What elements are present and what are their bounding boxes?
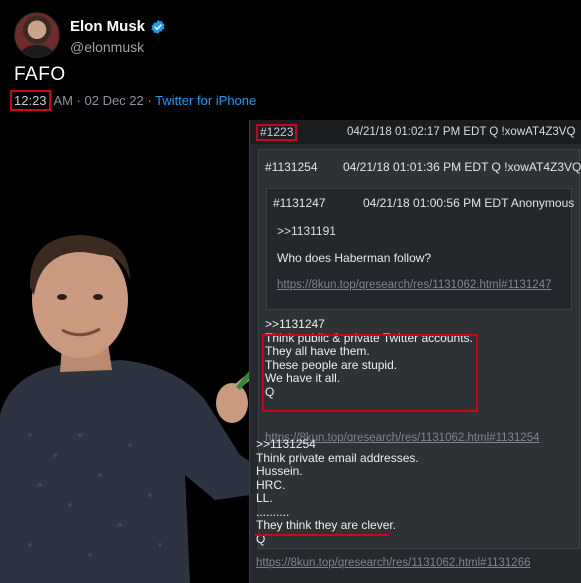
qdrop-line: HRC. (256, 477, 286, 492)
nested-post-id[interactable]: #1131247 (273, 196, 326, 210)
qdrop-id[interactable]: #1223 (256, 124, 298, 141)
nested-post-text: Who does Haberman follow? (277, 251, 432, 265)
quoted-post-id[interactable]: #1131254 (265, 160, 318, 174)
author-name[interactable]: Elon Musk (70, 18, 145, 35)
nested-post-meta: 04/21/18 01:00:56 PM EDT Anonymous (363, 196, 575, 210)
nested-post-header: #1131247 04/21/18 01:00:56 PM EDT Anonym… (273, 196, 574, 210)
avatar[interactable] (14, 12, 60, 58)
qdrop-panel: #1223 04/21/18 01:02:17 PM EDT Q !xowAT4… (249, 120, 581, 583)
highlight-underline (255, 534, 389, 536)
qdrop-line: Think private email addresses. (256, 450, 419, 465)
nested-post-link[interactable]: https://8kun.top/qresearch/res/1131062.h… (277, 279, 551, 291)
nested-quoted-post: #1131247 04/21/18 01:00:56 PM EDT Anonym… (266, 188, 574, 310)
tweet: Elon Musk @elonmusk FAFO 12:23 AM · 02 D… (0, 0, 290, 118)
person-photo (0, 225, 262, 583)
quoted-post-meta: 04/21/18 01:01:36 PM EDT Q !xowAT4Z3VQ (343, 160, 581, 174)
tweet-meta: 12:23 AM · 02 Dec 22 · Twitter for iPhon… (10, 90, 256, 111)
qdrop-body: >>1131254 Think private email addresses.… (256, 437, 419, 546)
quoted-post-reference[interactable]: >>1131247 (265, 317, 473, 332)
highlight-box (262, 334, 478, 412)
author-row: Elon Musk (70, 18, 166, 35)
nested-post-reference[interactable]: >>1131191 (277, 224, 336, 238)
author-handle[interactable]: @elonmusk (70, 39, 144, 55)
qdrop-line: They think they are clever. (256, 518, 397, 532)
qdrop-reference[interactable]: >>1131254 (256, 437, 419, 452)
person-illustration (0, 235, 262, 583)
tweet-text: FAFO (14, 64, 66, 85)
tweet-time[interactable]: 12:23 (10, 90, 51, 111)
tweet-date: AM · 02 Dec 22 · (50, 93, 156, 108)
quoted-post-header: #1131254 04/21/18 01:01:36 PM EDT Q !xow… (265, 160, 581, 174)
tweet-source-link[interactable]: Twitter for iPhone (155, 93, 256, 108)
qdrop-header: #1223 04/21/18 01:02:17 PM EDT Q !xowAT4… (250, 120, 581, 144)
qdrop-link[interactable]: https://8kun.top/qresearch/res/1131062.h… (256, 557, 530, 569)
qdrop-line: .......... (256, 504, 290, 519)
qdrop-line: Hussein. (256, 464, 303, 478)
qdrop-line: LL. (256, 491, 273, 505)
qdrop-meta: 04/21/18 01:02:17 PM EDT Q !xowAT4Z3VQ (347, 126, 576, 138)
verified-badge-icon (151, 19, 165, 34)
